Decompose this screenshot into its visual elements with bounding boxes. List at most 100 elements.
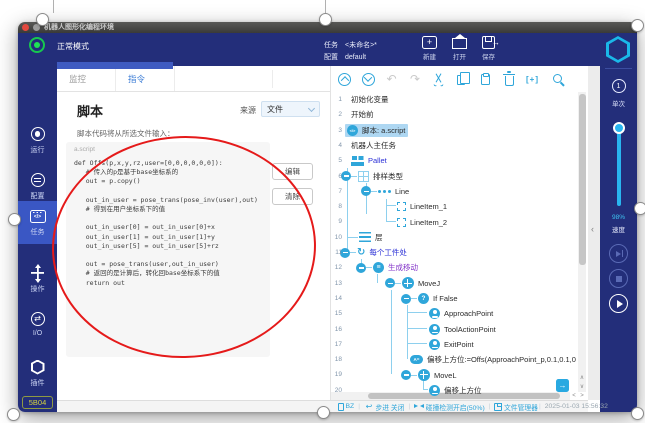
annotation-handle[interactable]	[631, 19, 644, 32]
single-run-icon: 1	[612, 79, 626, 93]
tree-row-label: ToolActionPoint	[444, 325, 496, 334]
collision-icon	[414, 403, 424, 411]
speed-slider[interactable]	[617, 124, 622, 206]
tree-row-10[interactable]: 10层	[331, 230, 578, 245]
tree-row-content: Line	[361, 186, 409, 196]
file-manager-icon	[494, 403, 502, 411]
step-button[interactable]	[609, 244, 628, 263]
tree-row-18[interactable]: 18 偏移上方位:=Offs(ApproachPoint_p,0.1,0.1,0	[331, 352, 578, 367]
annotation-handle[interactable]	[7, 408, 20, 421]
collapse-panel-icon[interactable]	[591, 224, 594, 234]
step-mode-status[interactable]: 步进 关闭	[364, 402, 405, 412]
tree-row-12[interactable]: 12生成移动	[331, 260, 578, 275]
source-select[interactable]: 文件	[261, 101, 320, 117]
tree-row-4[interactable]: 4机器人主任务	[331, 138, 578, 153]
tree-row-14[interactable]: 14If False	[331, 291, 578, 306]
waypoint-icon	[429, 324, 440, 335]
sidebar-item-plugin[interactable]: 插件	[18, 359, 57, 388]
sidebar-item-label: 运行	[31, 145, 45, 155]
sidebar-item-task[interactable]: 任务	[18, 201, 57, 244]
single-run-button[interactable]: 1	[600, 79, 637, 93]
annotation-handle[interactable]	[319, 13, 332, 26]
annotation-handle[interactable]	[631, 407, 644, 420]
script-code-box[interactable]: a.script def Offs(p,x,y,rz,user=[0,0,0,0…	[66, 142, 270, 357]
collision-status[interactable]: 碰撞检测开启(50%)	[414, 402, 484, 412]
step-arrow-icon	[364, 402, 374, 412]
sidebar-item-operate[interactable]: 操作	[18, 265, 57, 294]
collapse-minus-icon[interactable]	[356, 263, 366, 273]
task-label: 任务	[324, 42, 338, 49]
bz-status[interactable]: BZ	[338, 403, 354, 411]
new-button[interactable]: 新建	[422, 36, 437, 61]
tree-row-label: ExitPoint	[444, 340, 474, 349]
row-number: 1	[331, 92, 342, 107]
annotation-handle[interactable]	[634, 202, 645, 215]
tree-row-content: If False	[401, 293, 458, 304]
status-label: 步进 关闭	[375, 402, 404, 412]
tree-row-label: 脚本: a.script	[362, 125, 405, 136]
annotation-handle[interactable]	[317, 406, 330, 419]
task-icon	[30, 208, 46, 224]
stop-button[interactable]	[609, 269, 628, 288]
speed-slider-knob[interactable]	[613, 122, 625, 134]
row-number: 9	[331, 214, 342, 229]
separator: |	[358, 403, 360, 410]
tree-row-3[interactable]: 3 脚本: a.script	[331, 123, 578, 138]
divider	[605, 68, 632, 69]
edit-button[interactable]: 编辑	[272, 163, 313, 180]
tree-row-15[interactable]: 15ApproachPoint	[331, 306, 578, 321]
sidebar-item-config[interactable]: 配置	[18, 172, 57, 201]
clear-button[interactable]: 清除	[272, 188, 313, 205]
tree-row-19[interactable]: 19MoveL	[331, 367, 578, 382]
annotation-handle[interactable]	[36, 13, 49, 26]
save-button[interactable]: 保存	[482, 36, 495, 61]
tree-row-9[interactable]: 9LineItem_2	[331, 214, 578, 229]
scroll-up-icon[interactable]: ∧	[578, 374, 586, 382]
chevron-down-icon	[308, 104, 315, 111]
plugin-icon-glyph	[31, 360, 45, 375]
dots-icon	[378, 189, 391, 193]
tree-row-label: 偏移上方位:=Offs(ApproachPoint_p,0.1,0.1,0	[427, 354, 576, 365]
collapse-minus-icon[interactable]	[341, 171, 351, 181]
tree-row-11[interactable]: 11每个工件处	[331, 245, 578, 260]
tree-row-16[interactable]: 16ToolActionPoint	[331, 322, 578, 337]
tab-monitor[interactable]: 监控	[57, 66, 116, 91]
plugin-icon	[31, 359, 45, 375]
tree-row-20[interactable]: 20偏移上方位	[331, 383, 578, 398]
vertical-scrollbar[interactable]	[578, 92, 586, 392]
tree-row-7[interactable]: 7Line	[331, 184, 578, 199]
annotation-handle[interactable]	[8, 213, 21, 226]
sidebar-item-io[interactable]: I/O	[18, 311, 57, 337]
tree-row-5[interactable]: 5Pallet	[331, 153, 578, 168]
scroll-down-icon[interactable]: ∨	[578, 383, 586, 391]
scroll-right-icon[interactable]: >	[578, 392, 586, 400]
open-button[interactable]: 打开	[452, 36, 467, 61]
file-manager-status[interactable]: 文件管理器	[494, 402, 537, 412]
tree-connector	[366, 267, 372, 268]
collapse-minus-icon[interactable]	[401, 370, 411, 380]
tree-row-8[interactable]: 8LineItem_1	[331, 199, 578, 214]
waypoint-icon	[429, 385, 440, 396]
collapse-minus-icon[interactable]	[361, 186, 371, 196]
dotted-square-icon	[397, 202, 406, 211]
window-close-button[interactable]	[22, 24, 29, 31]
assign-icon	[410, 355, 423, 364]
collapse-minus-icon[interactable]	[401, 294, 411, 304]
tree-row-2[interactable]: 2开始前	[331, 107, 578, 122]
tree-row-13[interactable]: 13MoveJ	[331, 276, 578, 291]
run-buttons	[600, 244, 637, 313]
tree-row-content: 偏移上方位	[428, 385, 482, 396]
tree-row-17[interactable]: 17ExitPoint	[331, 337, 578, 352]
row-number: 3	[331, 123, 342, 138]
status-indicator-icon	[29, 37, 45, 53]
sidebar-item-run[interactable]: 运行	[18, 126, 57, 155]
scrollbar-thumb[interactable]	[579, 94, 586, 265]
play-button[interactable]	[609, 294, 628, 313]
move-icon	[402, 277, 414, 289]
tab-instruction[interactable]: 指令	[116, 66, 175, 91]
tree-row-1[interactable]: 1初始化变量	[331, 92, 578, 107]
tree-row-6[interactable]: 6排样类型	[331, 169, 578, 184]
collapse-minus-icon[interactable]	[385, 278, 395, 288]
row-number: 18	[331, 352, 342, 367]
desktop: { "titlebar": { "title": "机器人图形化编程环境" },…	[0, 0, 645, 423]
